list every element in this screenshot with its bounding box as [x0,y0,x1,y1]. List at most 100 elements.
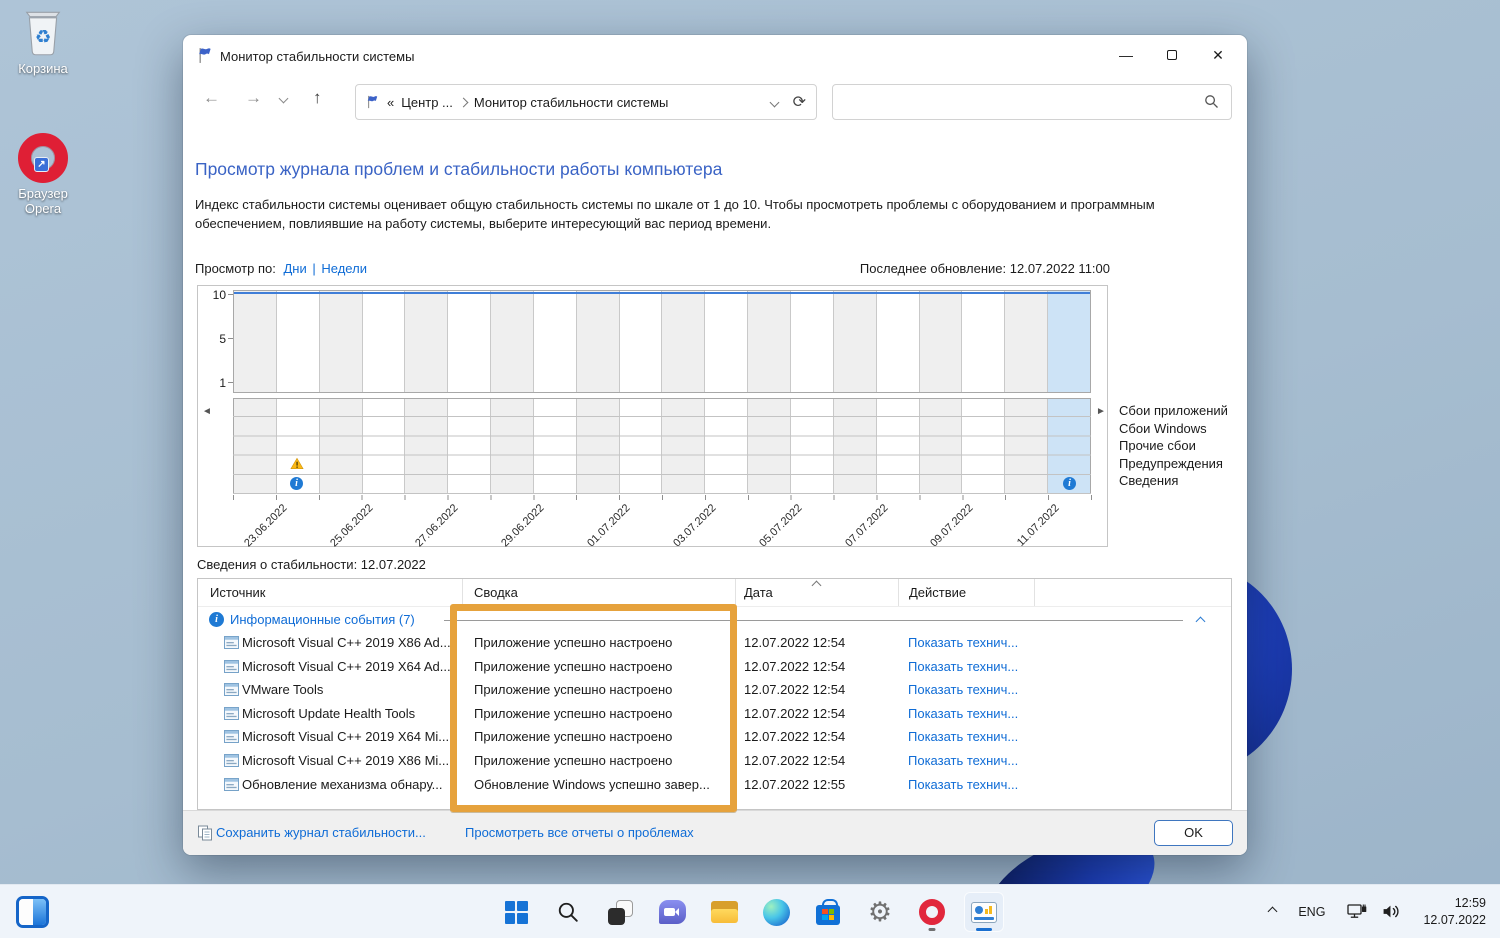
reliability-flag-icon [197,47,214,64]
event-rows-plot[interactable] [233,398,1091,494]
view-all-problem-reports-link[interactable]: Просмотреть все отчеты о проблемах [465,825,694,840]
view-weeks-link[interactable]: Недели [321,261,367,276]
table-row[interactable]: Microsoft Visual C++ 2019 X64 Mi... Прил… [198,725,1229,749]
file-explorer-button[interactable] [704,892,744,932]
stability-chart: 10 5 1 i i 2 [197,285,1108,547]
taskbar-search-button[interactable] [548,892,588,932]
view-divider: | [312,261,315,276]
table-row[interactable]: Microsoft Visual C++ 2019 X86 Mi... Прил… [198,749,1229,773]
recent-locations-chevron[interactable] [279,94,289,104]
reliability-monitor-icon [971,902,997,923]
column-separator[interactable] [898,579,899,606]
column-separator[interactable] [1034,579,1035,606]
close-button[interactable]: ✕ [1195,35,1241,75]
show-technical-details-link[interactable]: Показать технич... [908,655,1018,679]
column-header-summary[interactable]: Сводка [474,579,518,606]
last-update-label: Последнее обновление: 12.07.2022 11:00 [860,261,1110,276]
cell-source: Microsoft Visual C++ 2019 X86 Ad... [242,631,460,655]
application-icon [224,730,239,743]
application-icon [224,754,239,767]
edge-button[interactable] [756,892,796,932]
table-row[interactable]: Microsoft Visual C++ 2019 X86 Ad... Прил… [198,631,1229,655]
stability-index-plot[interactable] [233,290,1091,393]
cell-summary: Приложение успешно настроено [474,631,729,655]
active-window-indicator [976,928,992,931]
volume-tray-button[interactable] [1382,904,1401,919]
show-technical-details-link[interactable]: Показать технич... [908,725,1018,749]
scroll-right-arrow[interactable]: ► [1096,406,1106,417]
start-button[interactable] [496,892,536,932]
opera-icon [919,899,945,925]
refresh-button[interactable]: ⟳ [793,92,806,112]
running-indicator [929,928,936,931]
scroll-left-arrow[interactable]: ◄ [202,406,212,417]
column-separator[interactable] [462,579,463,606]
teams-chat-button[interactable] [652,892,692,932]
settings-button[interactable]: ⚙ [860,892,900,932]
breadcrumb-separator-icon [458,97,468,107]
breadcrumb-parent[interactable]: Центр ... [401,95,453,110]
opera-taskbar-button[interactable] [912,892,952,932]
cell-summary: Приложение успешно настроено [474,725,729,749]
hidden-icons-chevron[interactable] [1268,907,1278,917]
show-technical-details-link[interactable]: Показать технич... [908,702,1018,726]
info-icon[interactable]: i [290,477,303,490]
tray-time: 12:59 [1423,895,1486,912]
collapse-group-chevron[interactable] [1196,617,1206,627]
clock[interactable]: 12:59 12.07.2022 [1423,895,1486,929]
forward-button[interactable]: → [245,88,262,108]
x-axis-tick-marks [233,495,1092,500]
search-box[interactable] [832,84,1232,120]
minimize-button[interactable]: — [1103,35,1149,75]
network-tray-button[interactable] [1347,903,1368,920]
column-header-action[interactable]: Действие [909,579,966,606]
maximize-icon [1167,50,1177,60]
address-dropdown-chevron[interactable] [769,97,779,107]
ok-button[interactable]: OK [1154,820,1233,846]
taskbar-center: ⚙ [496,892,1004,932]
reliability-monitor-taskbar-button[interactable] [964,892,1004,932]
task-view-button[interactable] [600,892,640,932]
y-axis-tick-5: 5 [204,332,226,346]
desktop-icon-recycle-bin[interactable]: ♻ Корзина [8,8,78,76]
back-button[interactable]: ← [203,88,220,108]
y-axis-tick-1: 1 [204,376,226,390]
up-button[interactable]: ↑ [313,88,322,108]
widgets-button[interactable] [16,896,49,928]
titlebar[interactable]: Монитор стабильности системы — ✕ [183,35,1247,81]
table-row[interactable]: Microsoft Update Health Tools Приложение… [198,702,1229,726]
navigation-bar: ← → ↑ « Центр ... Монитор стабильности с… [183,82,1247,124]
date-label: 25.06.2022 [328,502,375,549]
info-icon[interactable]: i [1063,477,1076,490]
warning-icon[interactable] [290,457,304,470]
show-technical-details-link[interactable]: Показать технич... [908,631,1018,655]
show-technical-details-link[interactable]: Показать технич... [908,773,1018,797]
table-row[interactable]: Обновление механизма обнару... Обновлени… [198,773,1229,797]
table-row[interactable]: VMware Tools Приложение успешно настроен… [198,678,1229,702]
column-header-date[interactable]: Дата [744,579,773,606]
table-row[interactable]: Microsoft Visual C++ 2019 X64 Ad... Прил… [198,655,1229,679]
maximize-button[interactable] [1149,35,1195,75]
cell-summary: Приложение успешно настроено [474,702,729,726]
address-bar[interactable]: « Центр ... Монитор стабильности системы… [355,84,817,120]
breadcrumb-collapsed[interactable]: « [387,95,394,110]
show-technical-details-link[interactable]: Показать технич... [908,749,1018,773]
microsoft-store-button[interactable] [808,892,848,932]
column-separator[interactable] [735,579,736,606]
cell-source: Microsoft Update Health Tools [242,702,460,726]
save-stability-journal-link[interactable]: Сохранить журнал стабильности... [216,825,426,840]
group-label[interactable]: Информационные события (7) [230,612,415,627]
search-input[interactable] [843,90,1193,114]
chart-legend: Сбои приложений Сбои Windows Прочие сбои… [1119,402,1228,490]
show-technical-details-link[interactable]: Показать технич... [908,678,1018,702]
view-days-link[interactable]: Дни [284,261,307,276]
legend-item: Сведения [1119,472,1228,490]
language-indicator[interactable]: ENG [1298,905,1325,919]
page-title: Просмотр журнала проблем и стабильности … [195,159,722,180]
group-row-informational-events[interactable]: i Информационные события (7) [198,609,1231,631]
cell-source: Microsoft Visual C++ 2019 X64 Ad... [242,655,460,679]
date-label: 03.07.2022 [671,502,718,549]
breadcrumb-current[interactable]: Монитор стабильности системы [474,95,668,110]
desktop-icon-opera[interactable]: ↗ Браузер Opera [8,133,78,216]
column-header-source[interactable]: Источник [210,579,266,606]
